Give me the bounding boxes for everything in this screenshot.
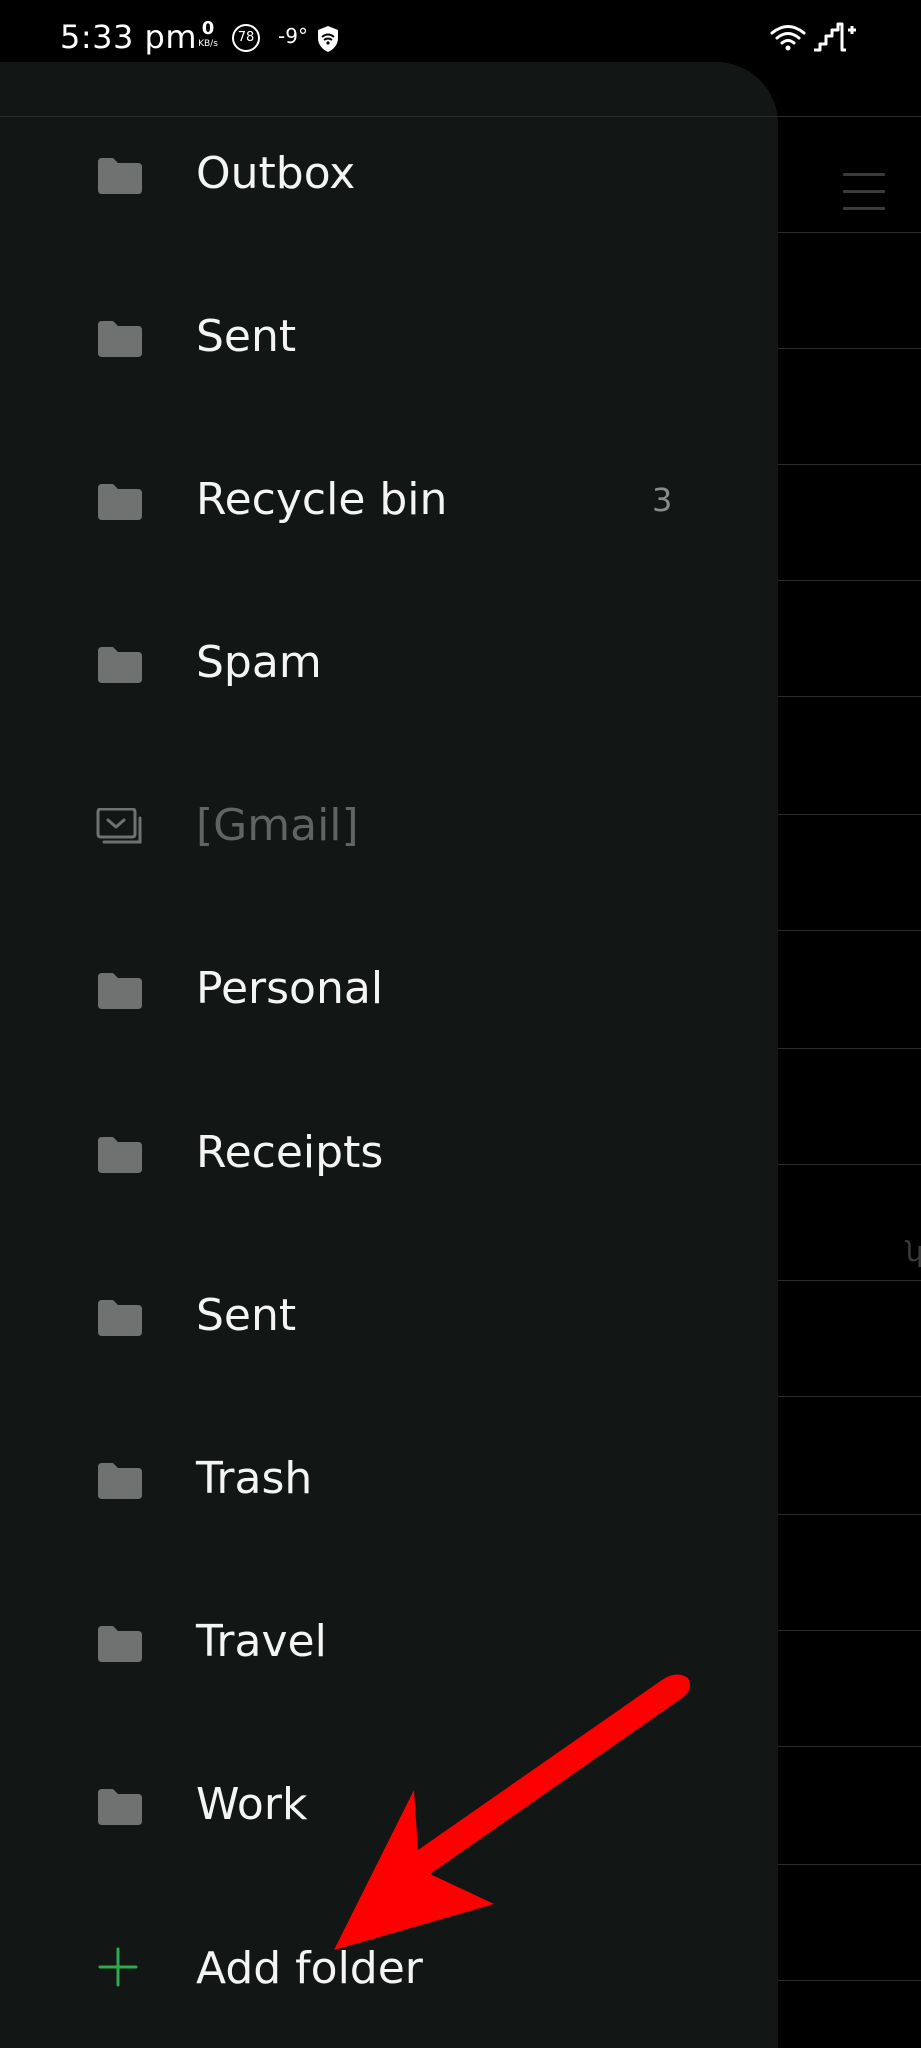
- shield-icon: [318, 26, 338, 52]
- folder-label: Recycle bin: [196, 474, 448, 525]
- network-speed-unit: KB/s: [198, 39, 218, 49]
- folder-icon: [98, 321, 142, 357]
- folder-item-outbox[interactable]: Outbox: [0, 116, 778, 232]
- folder-icon: [98, 484, 142, 520]
- folder-item-sent-gmail[interactable]: Sent: [0, 1258, 778, 1374]
- folder-label: Spam: [196, 637, 322, 688]
- folder-icon: [98, 1789, 142, 1825]
- folder-item-trash[interactable]: Trash: [0, 1421, 778, 1537]
- plus-icon: [98, 1947, 138, 1987]
- folder-icon: [98, 1626, 142, 1662]
- folder-item-recycle-bin[interactable]: Recycle bin 3: [0, 442, 778, 558]
- battery-level: 78: [232, 24, 260, 52]
- red-arrow-icon: [334, 1674, 690, 1950]
- menu-icon-bar: [843, 173, 885, 176]
- folder-label: Work: [196, 1779, 308, 1830]
- temperature: -9°: [278, 24, 308, 48]
- wifi-icon: [770, 25, 806, 51]
- screen: ʮ 5:33 pm 0 KB/s 78 -9° Outbox Sent Recy…: [0, 0, 921, 2048]
- folder-item-sent[interactable]: Sent: [0, 279, 778, 395]
- folder-icon: [98, 1300, 142, 1336]
- menu-icon-bar: [843, 207, 885, 210]
- status-time: 5:33 pm: [60, 18, 198, 56]
- folder-count-badge: 3: [652, 481, 673, 519]
- folder-icon: [98, 158, 142, 194]
- folder-label: [Gmail]: [196, 800, 359, 851]
- folder-label: Sent: [196, 311, 297, 362]
- background-edge-glyph: ʮ: [905, 1235, 921, 1268]
- folder-icon: [98, 973, 142, 1009]
- folder-label: Travel: [196, 1616, 327, 1667]
- folder-label: Outbox: [196, 148, 356, 199]
- folder-label: Sent: [196, 1290, 297, 1341]
- folder-icon: [98, 1137, 142, 1173]
- folder-item-personal[interactable]: Personal: [0, 931, 778, 1047]
- folder-label: Receipts: [196, 1127, 384, 1178]
- menu-icon[interactable]: [843, 171, 885, 213]
- folder-group-icon: [96, 808, 142, 844]
- folder-label: Trash: [196, 1453, 313, 1504]
- folder-icon: [98, 647, 142, 683]
- folder-icon: [98, 1463, 142, 1499]
- menu-icon-bar: [843, 190, 885, 193]
- network-speed-value: 0: [201, 18, 215, 39]
- signal-icon: [814, 22, 856, 52]
- folder-label: Personal: [196, 963, 384, 1014]
- network-speed: 0 KB/s: [192, 20, 224, 49]
- status-bar: 5:33 pm 0 KB/s 78 -9°: [0, 0, 921, 80]
- folder-item-gmail[interactable]: [Gmail]: [0, 768, 778, 884]
- folder-item-spam[interactable]: Spam: [0, 605, 778, 721]
- folder-item-receipts[interactable]: Receipts: [0, 1095, 778, 1211]
